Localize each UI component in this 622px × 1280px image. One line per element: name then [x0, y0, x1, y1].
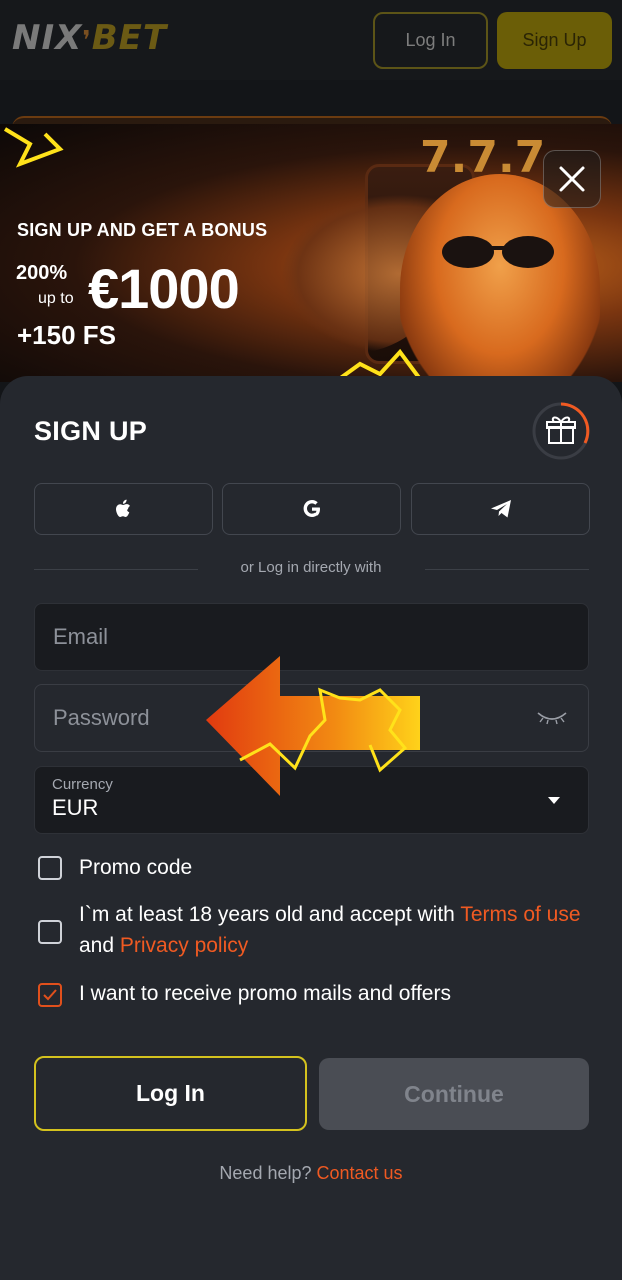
- banner-up-to: up to: [38, 290, 74, 307]
- age-terms-checkbox[interactable]: [38, 920, 62, 944]
- header-signup-button[interactable]: Sign Up: [497, 12, 612, 69]
- gift-icon[interactable]: [531, 401, 591, 461]
- bonus-banner: 7.7.7 SIGN UP AND GET A BONUS 200% up to…: [0, 124, 622, 382]
- lightning-bolt-left: [3, 127, 64, 168]
- age-text: I`m at least 18 years old and accept wit…: [79, 903, 455, 926]
- close-icon: [559, 166, 585, 192]
- sunglasses-illustration: [442, 236, 554, 268]
- help-line: Need help? Contact us: [0, 1163, 622, 1184]
- logo-text-right: BET: [91, 18, 168, 58]
- promo-code-checkbox[interactable]: [38, 856, 62, 880]
- signup-title: SIGN UP: [34, 416, 148, 446]
- caret-down-icon: [548, 797, 560, 804]
- lightning-bolt-bottom: [333, 348, 422, 382]
- contact-us-link[interactable]: Contact us: [317, 1163, 403, 1183]
- promo-code-label[interactable]: Promo code: [79, 852, 192, 883]
- close-button[interactable]: [543, 150, 601, 208]
- google-icon: [303, 500, 320, 517]
- currency-label: Currency: [52, 776, 113, 793]
- banner-percent: 200%: [16, 262, 68, 284]
- apple-login-button[interactable]: [34, 483, 213, 535]
- banner-headline: SIGN UP AND GET A BONUS: [17, 220, 268, 240]
- privacy-policy-link[interactable]: Privacy policy: [120, 934, 248, 957]
- promo-mails-label[interactable]: I want to receive promo mails and offers: [79, 978, 451, 1009]
- telegram-icon: [490, 500, 511, 518]
- nixbet-logo[interactable]: NIX❜BET: [12, 18, 167, 58]
- signup-panel: SIGN UP or Log in directly with Email Cu…: [0, 376, 622, 1280]
- telegram-login-button[interactable]: [411, 483, 590, 535]
- promo-mails-checkbox[interactable]: [38, 983, 62, 1007]
- terms-of-use-link[interactable]: Terms of use: [460, 903, 580, 926]
- checkmark-icon: [43, 989, 57, 1001]
- help-text: Need help?: [219, 1163, 312, 1183]
- eye-closed-icon[interactable]: [535, 707, 569, 727]
- and-text: and: [79, 934, 115, 957]
- continue-button[interactable]: Continue: [319, 1058, 589, 1130]
- apple-icon: [115, 499, 130, 517]
- divider-text: or Log in directly with: [240, 559, 382, 576]
- banner-amount: €1000: [88, 257, 240, 320]
- banner-free-spins: +150 FS: [17, 320, 117, 350]
- login-button[interactable]: Log In: [34, 1056, 307, 1131]
- arrow-pointer-graphic: [206, 656, 420, 796]
- age-terms-label: I`m at least 18 years old and accept wit…: [79, 899, 599, 961]
- top-header: NIX❜BET Log In Sign Up: [0, 0, 622, 80]
- header-login-button[interactable]: Log In: [373, 12, 488, 69]
- google-login-button[interactable]: [222, 483, 401, 535]
- currency-value: EUR: [52, 795, 99, 820]
- logo-text-left: NIX: [12, 18, 83, 58]
- flame-icon: ❜: [82, 26, 92, 56]
